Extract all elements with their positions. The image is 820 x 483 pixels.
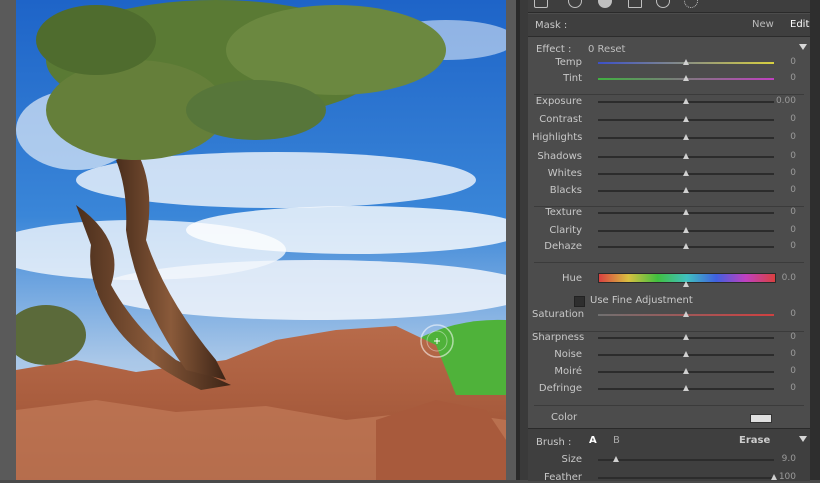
clarity-value[interactable]: 0 — [756, 225, 796, 235]
blacks-value[interactable]: 0 — [756, 185, 796, 195]
feather-value[interactable]: 100 — [756, 472, 796, 482]
noise-value[interactable]: 0 — [756, 349, 796, 359]
spot-removal-icon[interactable] — [568, 0, 582, 8]
redeye-icon[interactable] — [598, 0, 612, 8]
mask-new-button[interactable]: New — [752, 19, 774, 30]
noise-slider-thumb[interactable] — [683, 351, 689, 357]
sharpness-slider-thumb[interactable] — [683, 334, 689, 340]
whites-label: Whites — [547, 168, 582, 179]
dehaze-slider-thumb[interactable] — [683, 243, 689, 249]
size-value[interactable]: 9.0 — [756, 454, 796, 464]
effect-preset-dropdown[interactable]: 0 Reset — [588, 44, 625, 55]
tint-slider-thumb[interactable] — [683, 75, 689, 81]
effect-label: Effect : — [536, 44, 572, 55]
feather-slider[interactable] — [598, 477, 774, 479]
mask-tools-row — [528, 0, 810, 13]
contrast-label: Contrast — [539, 114, 582, 125]
sharpness-value[interactable]: 0 — [756, 332, 796, 342]
fine-adjustment-checkbox[interactable] — [574, 296, 585, 307]
hue-slider-thumb[interactable] — [683, 281, 689, 287]
saturation-slider-thumb[interactable] — [683, 311, 689, 317]
clarity-slider-thumb[interactable] — [683, 227, 689, 233]
mask-label: Mask : — [535, 20, 568, 31]
blacks-slider-thumb[interactable] — [683, 187, 689, 193]
size-slider[interactable] — [598, 459, 774, 461]
brush-section: Brush : A B Erase Size 9.0 Feather 100 — [528, 428, 810, 483]
saturation-label: Saturation — [532, 309, 585, 320]
saturation-value[interactable]: 0 — [756, 309, 796, 319]
collapse-triangle-icon[interactable] — [799, 44, 807, 50]
color-label: Color — [551, 412, 578, 423]
photo-canvas[interactable] — [16, 0, 506, 480]
graduated-filter-icon[interactable] — [628, 0, 642, 8]
adjustment-brush-icon[interactable] — [684, 0, 698, 8]
hue-value[interactable]: 0.0 — [756, 273, 796, 283]
exposure-slider-thumb[interactable] — [683, 98, 689, 104]
highlights-label: Highlights — [532, 132, 583, 143]
whites-value[interactable]: 0 — [756, 168, 796, 178]
dehaze-value[interactable]: 0 — [756, 241, 796, 251]
defringe-label: Defringe — [538, 383, 582, 394]
clarity-label: Clarity — [549, 225, 582, 236]
brush-a-button[interactable]: A — [589, 435, 597, 446]
radial-filter-icon[interactable] — [656, 0, 670, 8]
brush-b-button[interactable]: B — [613, 435, 620, 446]
highlights-slider-thumb[interactable] — [683, 134, 689, 140]
texture-label: Texture — [545, 207, 582, 218]
tint-label: Tint — [563, 73, 582, 84]
hue-label: Hue — [561, 273, 582, 284]
sharpness-label: Sharpness — [532, 332, 585, 343]
separator — [534, 331, 804, 332]
moire-slider-thumb[interactable] — [683, 368, 689, 374]
blacks-label: Blacks — [549, 185, 582, 196]
moire-label: Moiré — [554, 366, 582, 377]
dehaze-label: Dehaze — [544, 241, 582, 252]
brush-label: Brush : — [536, 437, 572, 448]
separator — [534, 94, 804, 95]
contrast-slider-thumb[interactable] — [683, 116, 689, 122]
temp-value[interactable]: 0 — [756, 57, 796, 67]
crop-tool-icon[interactable] — [534, 0, 548, 8]
feather-label: Feather — [543, 472, 582, 483]
separator — [534, 262, 804, 263]
noise-label: Noise — [554, 349, 582, 360]
defringe-slider-thumb[interactable] — [683, 385, 689, 391]
temp-label: Temp — [555, 57, 582, 68]
shadows-slider-thumb[interactable] — [683, 153, 689, 159]
exposure-value[interactable]: 0.00 — [756, 96, 796, 106]
whites-slider-thumb[interactable] — [683, 170, 689, 176]
panel-scrollbar[interactable] — [810, 0, 820, 480]
texture-value[interactable]: 0 — [756, 207, 796, 217]
moire-value[interactable]: 0 — [756, 366, 796, 376]
texture-slider-thumb[interactable] — [683, 209, 689, 215]
mask-edit-button[interactable]: Edit — [790, 19, 809, 30]
highlights-value[interactable]: 0 — [756, 132, 796, 142]
contrast-value[interactable]: 0 — [756, 114, 796, 124]
size-label: Size — [561, 454, 582, 465]
local-adjustment-panel: Mask : New Edit Effect : 0 Reset Temp 0 Ti… — [520, 0, 820, 483]
brush-collapse-triangle-icon[interactable] — [799, 436, 807, 442]
separator — [534, 206, 804, 207]
exposure-label: Exposure — [535, 96, 582, 107]
tint-value[interactable]: 0 — [756, 73, 796, 83]
panel-body: Mask : New Edit Effect : 0 Reset Temp 0 Ti… — [528, 0, 810, 483]
defringe-value[interactable]: 0 — [756, 383, 796, 393]
shadows-value[interactable]: 0 — [756, 151, 796, 161]
temp-slider-thumb[interactable] — [683, 59, 689, 65]
shadows-label: Shadows — [537, 151, 582, 162]
separator — [534, 405, 804, 406]
size-slider-thumb[interactable] — [612, 456, 619, 462]
fine-adjustment-label: Use Fine Adjustment — [590, 295, 693, 306]
landscape-photo — [16, 0, 506, 480]
color-swatch[interactable] — [750, 414, 772, 423]
brush-erase-button[interactable]: Erase — [739, 435, 770, 446]
mask-row: Mask : New Edit — [528, 14, 810, 37]
photo-canvas-area[interactable] — [0, 0, 520, 480]
